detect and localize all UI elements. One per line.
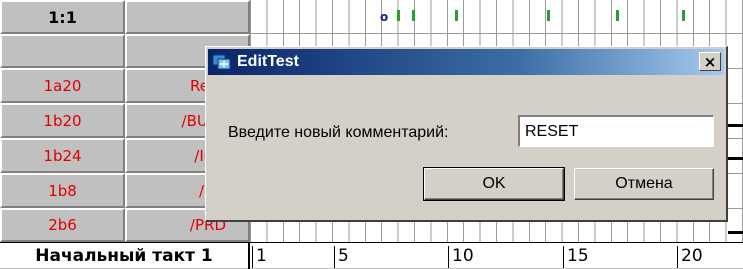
ok-button[interactable]: OK (423, 167, 565, 201)
timing-tick (412, 10, 415, 21)
ruler-tick: 10 (448, 246, 474, 268)
dialog-titlebar[interactable]: EditTest × (208, 49, 724, 75)
timing-tick (547, 10, 550, 21)
address-cell[interactable]: 1b20 (0, 103, 125, 138)
comment-prompt-label: Введите новый комментарий: (228, 124, 449, 141)
edit-comment-dialog: EditTest × Введите новый комментарий: OK… (205, 46, 728, 222)
ok-button-label: OK (482, 175, 506, 192)
table-header-scale: 1:1 (0, 0, 125, 34)
signal-trace (728, 124, 743, 127)
address-cell[interactable]: 2b6 (0, 208, 125, 242)
ruler-tick: 5 (334, 246, 349, 268)
close-icon: × (703, 52, 717, 71)
tick-ruler: Начальный такт 1 1 5 10 15 20 (0, 242, 743, 269)
ruler-tick: 15 (563, 246, 589, 268)
dialog-title: EditTest (237, 53, 299, 70)
app-icon (212, 52, 232, 72)
timing-tick (616, 10, 619, 21)
timing-marker: o (380, 10, 389, 24)
table-row-blank-left (0, 34, 125, 68)
signal-trace (728, 157, 743, 160)
ruler-tick: 1 (252, 246, 267, 268)
address-cell[interactable]: 1a20 (0, 68, 125, 103)
cancel-button-label: Отмена (615, 175, 673, 192)
ruler-tick: 20 (677, 246, 703, 268)
start-tick-label: Начальный такт 1 (0, 243, 250, 269)
comment-input[interactable] (518, 115, 714, 147)
timing-tick (682, 10, 685, 21)
address-cell[interactable]: 1b24 (0, 138, 125, 173)
timing-tick (397, 10, 400, 21)
table-header-blank (125, 0, 250, 34)
address-cell[interactable]: 1b8 (0, 173, 125, 208)
signal-trace (728, 231, 743, 234)
cancel-button[interactable]: Отмена (574, 168, 714, 200)
close-button[interactable]: × (699, 52, 721, 71)
timing-tick (455, 10, 458, 21)
